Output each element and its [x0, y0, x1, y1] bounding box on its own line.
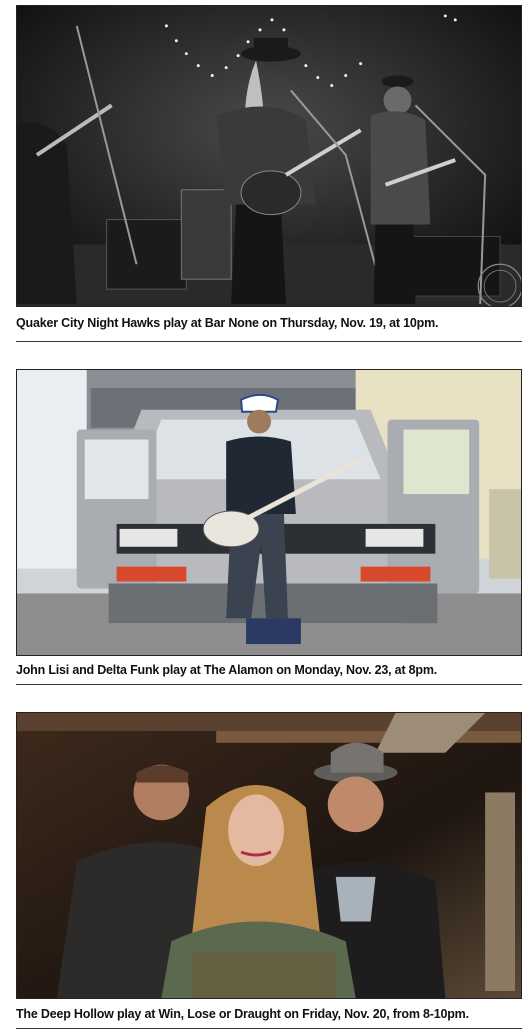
- caption-rule: [16, 341, 522, 342]
- listing-john-lisi-delta-funk: John Lisi and Delta Funk play at The Ala…: [16, 369, 522, 687]
- trio-portrait-image: [17, 713, 521, 998]
- band-photo-quaker-city-night-hawks: [16, 5, 522, 307]
- stage-performance-image: [17, 6, 521, 306]
- listing-deep-hollow: The Deep Hollow play at Win, Lose or Dra…: [16, 712, 522, 1030]
- caption-rule: [16, 684, 522, 685]
- van-portrait-image: [17, 370, 521, 655]
- band-photo-deep-hollow: [16, 712, 522, 999]
- band-photo-john-lisi: [16, 369, 522, 656]
- photo-caption: John Lisi and Delta Funk play at The Ala…: [16, 663, 438, 677]
- listing-quaker-city-night-hawks: Quaker City Night Hawks play at Bar None…: [16, 5, 522, 343]
- photo-caption: Quaker City Night Hawks play at Bar None…: [16, 316, 439, 330]
- caption-rule: [16, 1028, 522, 1029]
- photo-caption: The Deep Hollow play at Win, Lose or Dra…: [16, 1007, 469, 1021]
